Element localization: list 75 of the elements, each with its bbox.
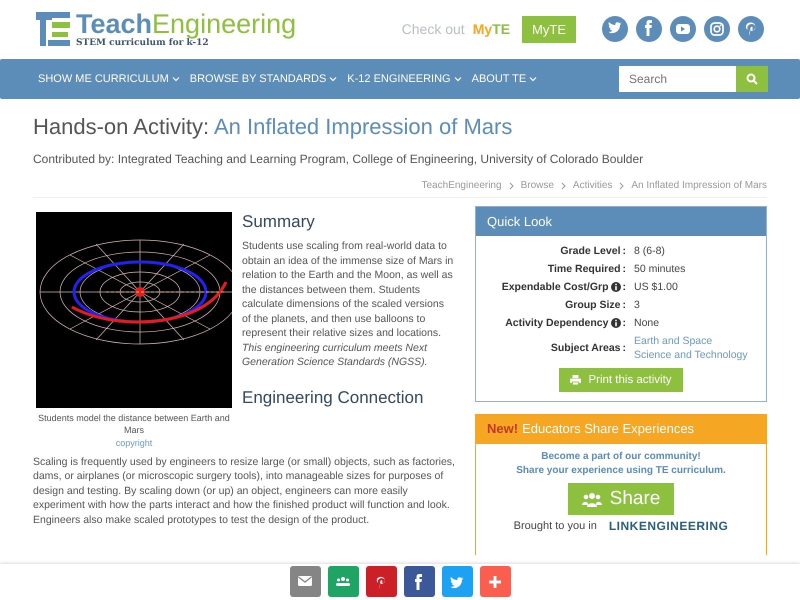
label-colon: : <box>622 316 626 330</box>
label-colon: : <box>622 280 626 294</box>
nav-menu-item[interactable]: K-12 ENGINEERING <box>347 73 462 85</box>
standards-note: This engineering curriculum meets Next Generation Science Standards (NGSS). <box>242 340 429 370</box>
plus-icon <box>487 574 503 590</box>
summary-text: Students use scaling from real-world data to obtain an idea of the immense size of Mars in relation to the Earth and the Moon, as well as the distances between them. Students calculate dimensions of the scaled versions of the planets, and then use balloons to represent their relative sizes and locations. <box>242 239 454 340</box>
more-share-button[interactable] <box>480 566 510 597</box>
field-label: Activity Dependency <box>505 316 608 330</box>
field-label: Group Size <box>565 298 620 312</box>
field-value: None <box>634 316 660 330</box>
label-colon: : <box>622 341 626 355</box>
breadcrumb-link[interactable]: An Inflated Impression of Mars <box>631 180 767 191</box>
search-button[interactable] <box>736 66 768 92</box>
panel-title: New! Educators Share Experiences <box>476 415 766 444</box>
image-caption: Students model the distance between Earth and Mars <box>37 412 231 436</box>
site-tagline: STEM curriculum for k-12 <box>76 38 209 48</box>
breadcrumb-link[interactable]: Browse <box>520 180 554 191</box>
contributor-text: Contributed by: Integrated Teaching and Learning Program, College of Engineering, University of Colorado Boulder <box>33 152 644 166</box>
brought-by-text: Brought to you in <box>514 520 597 532</box>
info-icon[interactable] <box>610 318 620 328</box>
classroom-share-button[interactable] <box>328 566 358 597</box>
chevron-down-icon <box>172 76 180 82</box>
section-heading: Summary <box>242 212 316 232</box>
share-button[interactable]: Share <box>568 483 674 515</box>
chevron-down-icon <box>454 76 462 82</box>
label-colon: : <box>622 298 626 312</box>
myte-logo-text[interactable]: MyTE <box>472 21 510 37</box>
field-label: Time Required <box>548 262 620 276</box>
bird-icon[interactable] <box>602 16 628 42</box>
nav-menu-item[interactable]: BROWSE BY STANDARDS <box>190 73 338 85</box>
engineering-connection-text: Scaling is frequently used by engineers to resize large (or small) objects, such as factories, dams, or airplanes (or microscopic surgery tools), into manageable sizes for purposes of design and testing. By scaling down (or up) an object, engineers can more easily experiment with how the parts interact and how the finished product will function and look. Engineers also make scaled prototypes to test the design of the product. <box>33 454 455 527</box>
people-group-icon <box>582 492 602 506</box>
search-field[interactable]: Search <box>619 66 736 92</box>
partner-logo-text[interactable]: LINKENGINEERING <box>608 519 728 533</box>
field-label: Subject Areas <box>550 341 620 355</box>
site-logo-text[interactable]: TeachEngineering <box>76 10 296 38</box>
page-title: Hands-on Activity: An Inflated Impression of Mars <box>33 113 514 141</box>
panel-title: Quick Look <box>476 207 766 236</box>
letter-f-icon[interactable] <box>636 16 662 42</box>
breadcrumb-link[interactable]: Activities <box>572 180 612 191</box>
facebook-share-button[interactable] <box>404 566 434 597</box>
twitter-share-button[interactable] <box>442 566 472 597</box>
invitation-text: Become a part of our community! <box>540 450 702 464</box>
chevron-right-icon <box>560 182 566 190</box>
info-icon[interactable] <box>610 282 620 292</box>
print-button[interactable]: Print this activity <box>559 368 683 392</box>
field-value: US $1.00 <box>634 280 679 294</box>
field-label: Grade Level <box>560 244 620 258</box>
invitation-text: Share your experience using TE curriculum. <box>515 464 727 477</box>
field-value: 50 minutes <box>634 262 686 276</box>
printer-icon <box>570 375 582 385</box>
label-colon: : <box>622 244 626 258</box>
breadcrumb-link[interactable]: TeachEngineering <box>422 180 502 191</box>
chevron-down-icon <box>529 76 538 82</box>
pinterest-share-button[interactable] <box>366 566 396 597</box>
nav-menu-item[interactable]: ABOUT TE <box>472 73 538 85</box>
section-heading: Engineering Connection <box>242 388 424 408</box>
subject-link[interactable]: Earth and Space <box>634 334 756 348</box>
logo-icon[interactable] <box>36 12 72 46</box>
subject-link[interactable]: Science and Technology <box>634 348 756 362</box>
nav-menu-item[interactable]: SHOW ME CURRICULUM <box>38 73 180 85</box>
field-value: 3 <box>634 298 641 312</box>
search-icon <box>746 73 758 85</box>
chevron-down-icon <box>329 76 338 82</box>
copyright-link[interactable]: copyright <box>116 436 152 450</box>
camera-icon[interactable] <box>704 16 730 42</box>
email-button[interactable] <box>290 566 320 597</box>
chevron-right-icon <box>508 182 514 190</box>
chevron-right-icon <box>619 182 624 190</box>
label-colon: : <box>622 262 626 276</box>
field-value: 8 (6-8) <box>634 244 666 258</box>
field-label: Expendable Cost/Grp <box>502 280 608 294</box>
promo-text: Check out <box>402 21 465 37</box>
myte-button[interactable]: MyTE <box>522 16 576 42</box>
play-button-icon[interactable] <box>670 16 696 42</box>
